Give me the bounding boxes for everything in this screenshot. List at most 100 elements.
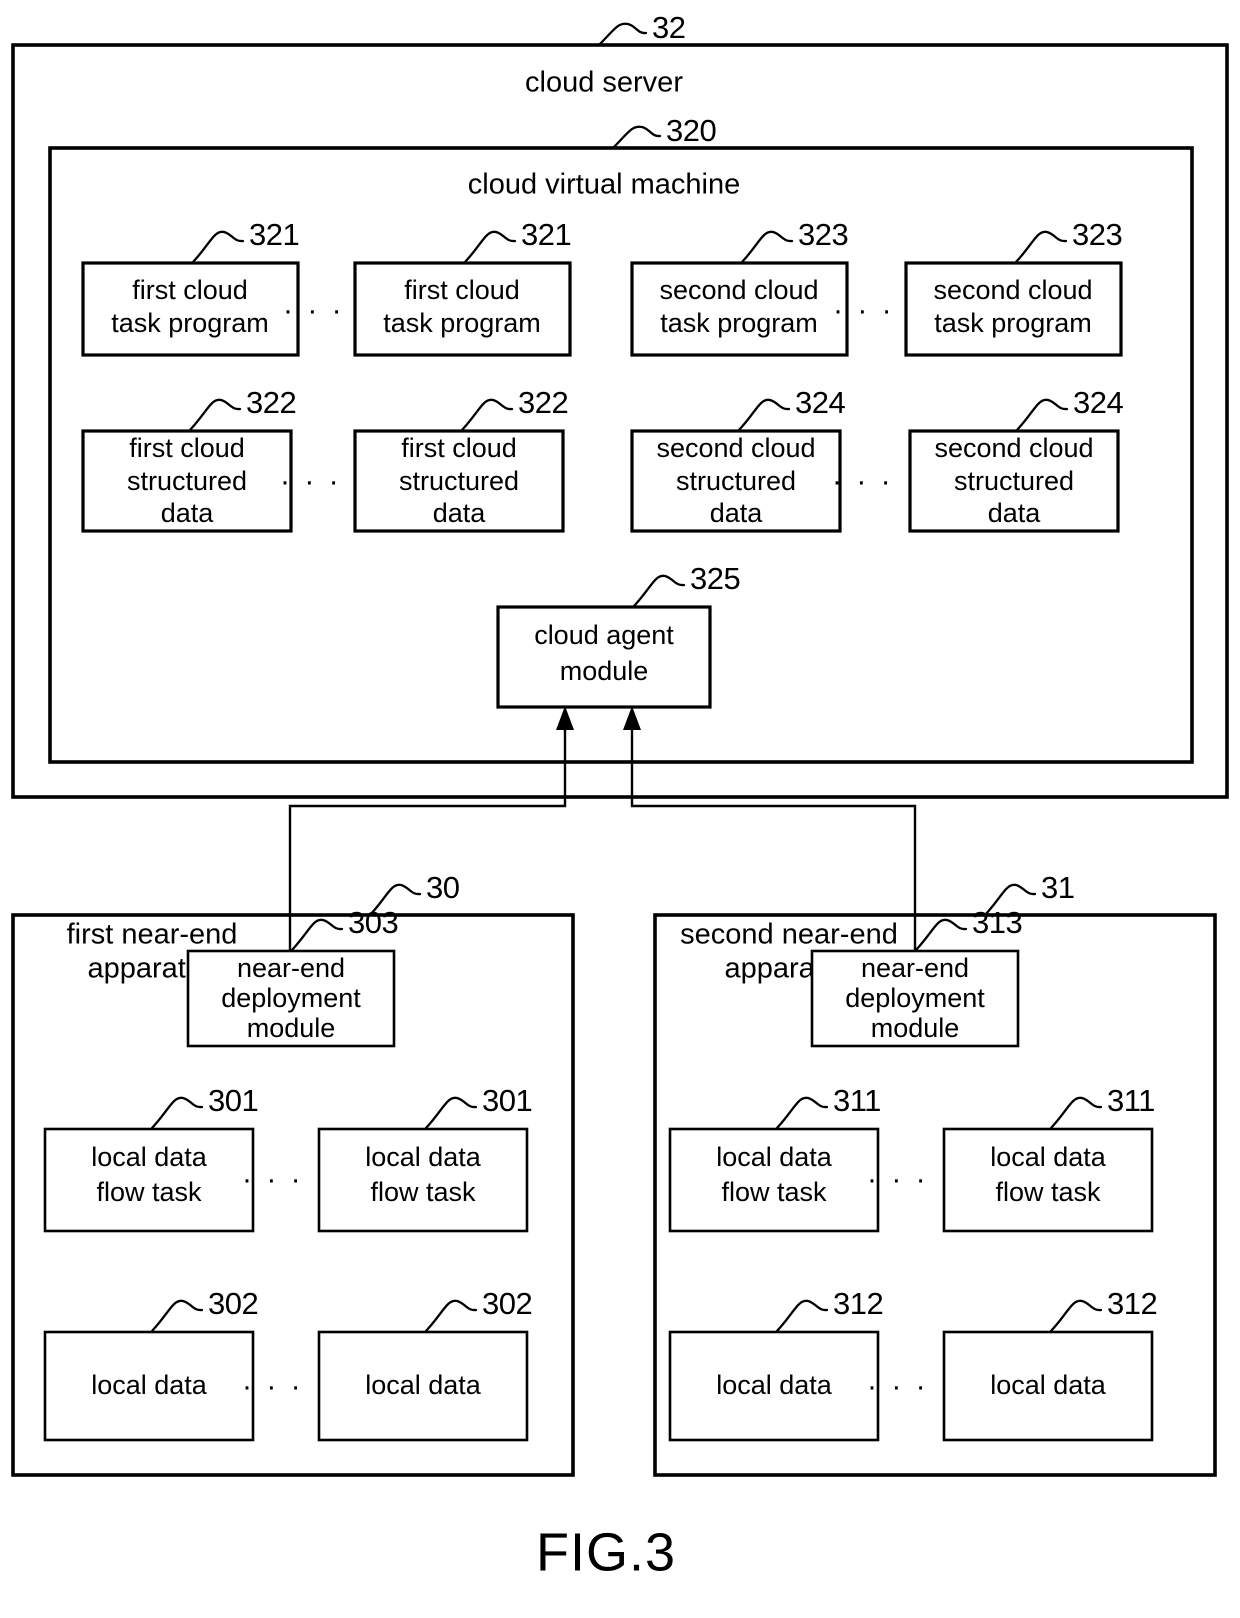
first-near-end-deployment-module-ref: 303 — [348, 905, 398, 940]
second-local-data-2-ref: 312 — [1107, 1286, 1157, 1321]
first-cloud-task-program-2-ref: 321 — [521, 217, 571, 252]
second-cloud-structured-data-2-leader-line — [1015, 398, 1069, 432]
second-local-data-1-ref: 312 — [833, 1286, 883, 1321]
first-local-data-2-leader-line — [424, 1299, 478, 1333]
first-local-data-1-ref: 302 — [208, 1286, 258, 1321]
first-cloud-task-program-1-leader-line — [191, 230, 245, 264]
cloud-agent-module-ref: 325 — [690, 561, 740, 596]
second-near-end-deployment-module-line1: near-end — [861, 953, 969, 983]
second-near-end-deployment-module-line3: module — [871, 1013, 960, 1043]
first-local-data-flow-task-2-line2: flow task — [370, 1177, 476, 1207]
second-cloud-structured-data-1-ref: 324 — [795, 385, 845, 420]
second-cloud-task-program-1: second cloud task program 323 — [630, 217, 849, 357]
first-local-data-flow-task-2: local data flow task 301 — [317, 1083, 533, 1233]
first-cloud-task-program-2: first cloud task program 321 — [353, 217, 572, 357]
second-local-data-flow-task-1-leader-line — [775, 1096, 829, 1130]
first-local-data-flow-task-1-ref: 301 — [208, 1083, 258, 1118]
cloud-server-label: cloud server — [525, 67, 683, 99]
second-local-data-1: local data 312 — [668, 1286, 884, 1442]
first-cloud-task-program-2-leader-line — [463, 230, 517, 264]
second-cloud-structured-data-2-line3: data — [988, 498, 1042, 528]
connector-left-arrowhead-icon — [556, 706, 574, 730]
second-cloud-structured-data-1-leader-line — [737, 398, 791, 432]
second-cloud-structured-data-1-line2: structured — [676, 466, 796, 496]
ellipsis-structured-data-first: · · · · — [280, 465, 366, 498]
second-local-data-1-line1: local data — [716, 1370, 833, 1400]
first-cloud-structured-data-1-line1: first cloud — [129, 433, 245, 463]
figure-caption: FIG.3 — [536, 1522, 676, 1582]
second-cloud-task-program-1-line2: task program — [660, 308, 818, 338]
first-local-data-1-leader-line — [150, 1299, 204, 1333]
first-near-end-deployment-module-line3: module — [247, 1013, 336, 1043]
first-cloud-structured-data-2-line2: structured — [399, 466, 519, 496]
first-cloud-structured-data-2-ref: 322 — [518, 385, 568, 420]
connector-right-arrowhead-icon — [623, 706, 641, 730]
first-local-data-flow-task-1-line1: local data — [91, 1142, 208, 1172]
ellipsis-first-data-flow-task: · · · · — [242, 1163, 328, 1196]
first-cloud-task-program-1-line1: first cloud — [132, 275, 248, 305]
first-cloud-structured-data-1-line3: data — [161, 498, 215, 528]
first-local-data-flow-task-2-leader-line — [424, 1096, 478, 1130]
first-cloud-task-program-1: first cloud task program 321 — [81, 217, 300, 357]
second-local-data-flow-task-2-line1: local data — [990, 1142, 1107, 1172]
second-cloud-structured-data-1-line3: data — [710, 498, 764, 528]
first-local-data-2: local data 302 — [317, 1286, 533, 1442]
first-cloud-task-program-1-line2: task program — [111, 308, 269, 338]
first-near-end-apparatus-label-line1: first near-end — [67, 919, 238, 951]
second-cloud-task-program-2: second cloud task program 323 — [904, 217, 1123, 357]
first-local-data-2-line1: local data — [365, 1370, 482, 1400]
second-cloud-task-program-1-leader-line — [740, 230, 794, 264]
second-local-data-flow-task-2-leader-line — [1049, 1096, 1103, 1130]
second-near-end-deployment-module-line2: deployment — [845, 983, 985, 1013]
first-local-data-flow-task-2-line1: local data — [365, 1142, 482, 1172]
first-local-data-flow-task-1: local data flow task 301 — [43, 1083, 259, 1233]
first-local-data-flow-task-2-ref: 301 — [482, 1083, 532, 1118]
ellipsis-second-local-data: · · · · — [867, 1370, 953, 1403]
second-cloud-structured-data-2-line2: structured — [954, 466, 1074, 496]
first-cloud-structured-data-2-line1: first cloud — [401, 433, 517, 463]
second-local-data-flow-task-1-ref: 311 — [833, 1083, 881, 1118]
first-near-end-deployment-module-line2: deployment — [221, 983, 361, 1013]
first-local-data-1-line1: local data — [91, 1370, 208, 1400]
second-local-data-2-line1: local data — [990, 1370, 1107, 1400]
second-local-data-flow-task-1: local data flow task 311 — [668, 1083, 881, 1233]
second-cloud-task-program-2-leader-line — [1014, 230, 1068, 264]
first-cloud-structured-data-1: first cloud structured data 322 — [81, 385, 297, 533]
second-cloud-task-program-2-line1: second cloud — [933, 275, 1092, 305]
second-near-end-apparatus-ref: 31 — [1041, 870, 1074, 905]
first-cloud-structured-data-2-line3: data — [433, 498, 487, 528]
cloud-virtual-machine-label: cloud virtual machine — [468, 169, 740, 201]
cloud-virtual-machine-leader-line — [612, 125, 662, 149]
cloud-agent-module-line1: cloud agent — [534, 620, 674, 650]
second-cloud-structured-data-2-ref: 324 — [1073, 385, 1123, 420]
second-cloud-structured-data-2-line1: second cloud — [934, 433, 1093, 463]
first-local-data-flow-task-1-leader-line — [150, 1096, 204, 1130]
first-cloud-structured-data-1-ref: 322 — [246, 385, 296, 420]
second-cloud-structured-data-2: second cloud structured data 324 — [908, 385, 1124, 533]
second-cloud-structured-data-1-line1: second cloud — [656, 433, 815, 463]
second-local-data-flow-task-2-ref: 311 — [1107, 1083, 1155, 1118]
first-near-end-deployment-module-line1: near-end — [237, 953, 345, 983]
patent-figure: cloud server 32 cloud virtual machine 32… — [0, 0, 1240, 1618]
first-cloud-task-program-1-ref: 321 — [249, 217, 299, 252]
ellipsis-first-local-data: · · · · — [242, 1370, 328, 1403]
ellipsis-structured-data-second: · · · · — [832, 465, 918, 498]
first-cloud-structured-data-1-leader-line — [188, 398, 242, 432]
cloud-server-ref: 32 — [652, 10, 685, 45]
first-cloud-task-program-2-line2: task program — [383, 308, 541, 338]
second-cloud-task-program-1-ref: 323 — [798, 217, 848, 252]
cloud-agent-module: cloud agent module 325 — [496, 561, 741, 709]
first-cloud-structured-data-2: first cloud structured data 322 — [353, 385, 569, 533]
cloud-virtual-machine-ref: 320 — [666, 113, 716, 148]
second-local-data-1-leader-line — [775, 1299, 829, 1333]
first-cloud-structured-data-2-leader-line — [460, 398, 514, 432]
diagram-canvas: cloud server 32 cloud virtual machine 32… — [11, 10, 1229, 1582]
second-near-end-deployment-module-leader-line — [914, 918, 968, 952]
second-cloud-task-program-2-ref: 323 — [1072, 217, 1122, 252]
cloud-agent-module-line2: module — [560, 656, 649, 686]
second-near-end-apparatus-label-line1: second near-end — [680, 919, 898, 951]
second-local-data-flow-task-2: local data flow task 311 — [942, 1083, 1155, 1233]
second-local-data-flow-task-2-line2: flow task — [995, 1177, 1101, 1207]
first-near-end-apparatus-ref: 30 — [426, 870, 460, 905]
second-cloud-task-program-2-line2: task program — [934, 308, 1092, 338]
